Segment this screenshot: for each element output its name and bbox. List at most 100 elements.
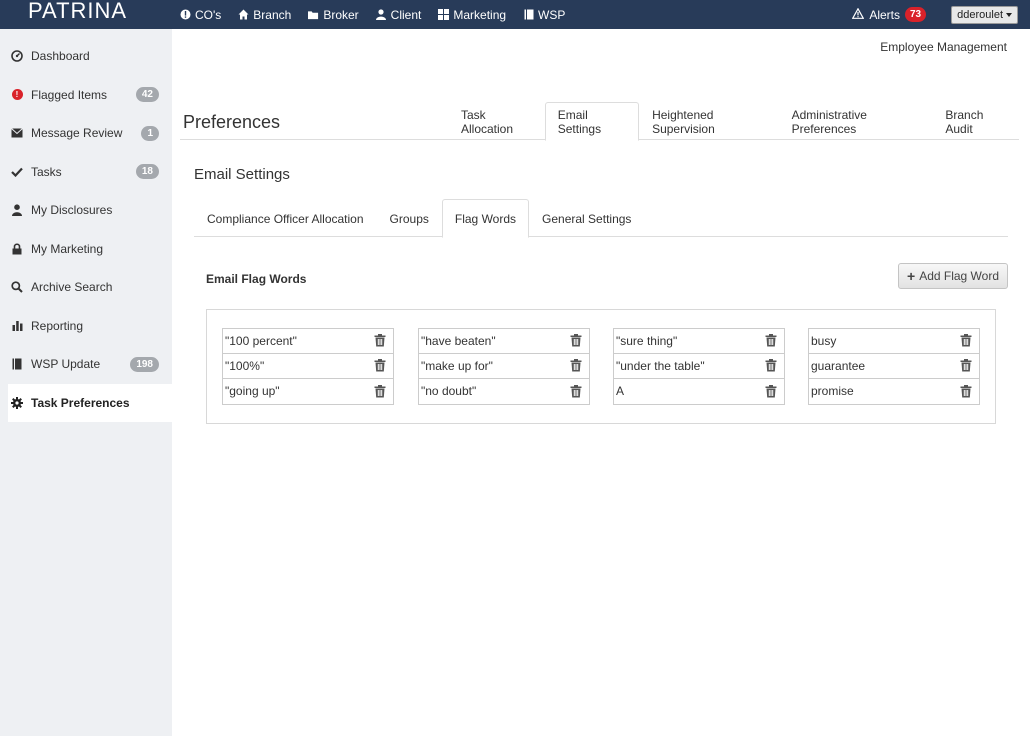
trash-icon[interactable] — [374, 384, 386, 398]
count-badge: 198 — [130, 356, 159, 372]
tab-general-settings[interactable]: General Settings — [529, 199, 644, 237]
email-settings-tabs: Compliance Officer Allocation Groups Fla… — [194, 199, 1008, 238]
warning-icon — [851, 7, 865, 22]
tab-email-settings[interactable]: Email Settings — [544, 102, 640, 141]
topnav-wsp[interactable]: WSP — [523, 8, 565, 22]
sidebar-item-wsp-update[interactable]: WSP Update 198 — [0, 345, 172, 384]
page-title: Preferences — [183, 112, 281, 132]
sidebar-item-label: WSP Update — [31, 357, 101, 372]
tab-task-allocation[interactable]: Task Allocation — [448, 102, 545, 140]
tab-compliance-officer-allocation[interactable]: Compliance Officer Allocation — [194, 199, 377, 237]
flag-word-item[interactable]: busy — [808, 328, 980, 354]
sidebar-item-label: Reporting — [31, 318, 84, 333]
main-content: Employee Management Preferences Task All… — [172, 29, 1030, 736]
topnav-label: Broker — [323, 7, 359, 22]
user-icon — [10, 203, 24, 217]
tab-groups[interactable]: Groups — [377, 199, 442, 237]
topnav-label: WSP — [538, 7, 566, 22]
username: dderoulet — [957, 8, 1003, 21]
grid-icon — [438, 9, 450, 20]
flag-word-text: "make up for" — [421, 358, 493, 373]
brand-logo[interactable]: PATRINA — [0, 0, 172, 29]
flag-word-text: guarantee — [811, 358, 866, 373]
flag-word-text: "sure thing" — [616, 333, 678, 348]
add-flag-word-button[interactable]: + Add Flag Word — [898, 263, 1009, 289]
trash-icon[interactable] — [960, 334, 972, 347]
sidebar-item-archive-search[interactable]: Archive Search — [0, 268, 172, 307]
tab-administrative-preferences[interactable]: Administrative Preferences — [779, 102, 933, 140]
trash-icon[interactable] — [374, 359, 386, 372]
flag-word-item[interactable]: "100 percent" — [222, 328, 394, 354]
info-circle-icon — [180, 9, 191, 20]
flag-word-column: "100 percent" "100%" "going up" — [222, 328, 394, 405]
flag-word-text: "have beaten" — [421, 333, 496, 348]
flag-word-column: "have beaten" "make up for" "no doubt" — [418, 328, 590, 405]
trash-icon[interactable] — [960, 384, 972, 398]
trash-icon[interactable] — [374, 334, 386, 347]
flag-word-item[interactable]: "sure thing" — [613, 328, 785, 354]
add-flag-word-label: Add Flag Word — [919, 269, 1000, 283]
tab-flag-words[interactable]: Flag Words — [441, 199, 530, 238]
flag-word-item[interactable]: A — [613, 379, 785, 405]
flag-word-item[interactable]: "under the table" — [613, 353, 785, 379]
flag-word-item[interactable]: "going up" — [222, 379, 394, 405]
count-badge: 42 — [135, 87, 159, 103]
tab-heightened-supervision[interactable]: Heightened Supervision — [639, 102, 779, 140]
trash-icon[interactable] — [570, 384, 582, 398]
user-dropdown[interactable]: dderoulet — [951, 5, 1018, 24]
flag-word-item[interactable]: "no doubt" — [418, 379, 590, 405]
tab-branch-audit[interactable]: Branch Audit — [932, 102, 1019, 140]
sidebar-item-message-review[interactable]: Message Review 1 — [0, 114, 172, 153]
top-navbar: PATRINA CO's Branch Broker Client Market… — [0, 0, 1030, 29]
flag-words-title: Email Flag Words — [206, 272, 307, 286]
sidebar: Dashboard ! Flagged Items 42 Message Rev… — [0, 29, 172, 736]
sidebar-item-label: My Disclosures — [31, 203, 113, 218]
trash-icon[interactable] — [765, 359, 777, 372]
count-badge: 1 — [141, 125, 159, 141]
topnav-branch[interactable]: Branch — [238, 8, 291, 22]
home-icon — [238, 9, 249, 20]
sidebar-item-dashboard[interactable]: Dashboard — [0, 37, 172, 76]
trash-icon[interactable] — [765, 334, 777, 347]
trash-icon[interactable] — [570, 334, 582, 347]
book-icon — [523, 9, 534, 20]
alerts-count-badge: 73 — [905, 7, 927, 22]
alerts-label: Alerts — [869, 7, 900, 22]
flag-word-text: A — [616, 384, 625, 399]
folder-icon — [308, 9, 319, 20]
employee-management-link[interactable]: Employee Management — [880, 40, 1007, 54]
flag-word-text: "going up" — [225, 384, 280, 399]
flag-word-item[interactable]: guarantee — [808, 353, 980, 379]
trash-icon[interactable] — [960, 359, 972, 372]
sidebar-item-label: Dashboard — [31, 49, 90, 64]
sidebar-item-label: Archive Search — [31, 280, 113, 295]
trash-icon[interactable] — [570, 359, 582, 372]
sidebar-item-reporting[interactable]: Reporting — [0, 307, 172, 346]
flag-word-item[interactable]: "have beaten" — [418, 328, 590, 354]
dashboard-icon — [10, 49, 24, 63]
flag-word-column: "sure thing" "under the table" A — [613, 328, 785, 405]
count-badge: 18 — [135, 164, 159, 180]
flag-word-text: "under the table" — [616, 358, 705, 373]
gear-icon — [10, 396, 24, 410]
flag-word-item[interactable]: "make up for" — [418, 353, 590, 379]
flag-word-item[interactable]: promise — [808, 379, 980, 405]
sidebar-item-flagged-items[interactable]: ! Flagged Items 42 — [0, 76, 172, 115]
sidebar-item-tasks[interactable]: Tasks 18 — [0, 153, 172, 192]
topnav-label: CO's — [195, 7, 222, 22]
sidebar-item-my-marketing[interactable]: My Marketing — [0, 230, 172, 269]
bar-chart-icon — [10, 319, 24, 333]
topnav-broker[interactable]: Broker — [308, 7, 359, 22]
topnav-client[interactable]: Client — [376, 8, 421, 22]
top-nav: CO's Branch Broker Client Marketing WSP — [180, 0, 582, 29]
alerts-button[interactable]: Alerts 73 — [851, 7, 927, 22]
flag-word-text: promise — [811, 384, 854, 399]
sidebar-item-task-preferences[interactable]: Task Preferences — [8, 383, 172, 422]
trash-icon[interactable] — [765, 384, 777, 398]
caret-down-icon — [1006, 12, 1012, 17]
exclamation-icon: ! — [10, 88, 24, 102]
topnav-cos[interactable]: CO's — [180, 8, 221, 22]
flag-word-item[interactable]: "100%" — [222, 353, 394, 379]
sidebar-item-my-disclosures[interactable]: My Disclosures — [0, 191, 172, 230]
topnav-marketing[interactable]: Marketing — [438, 8, 506, 22]
